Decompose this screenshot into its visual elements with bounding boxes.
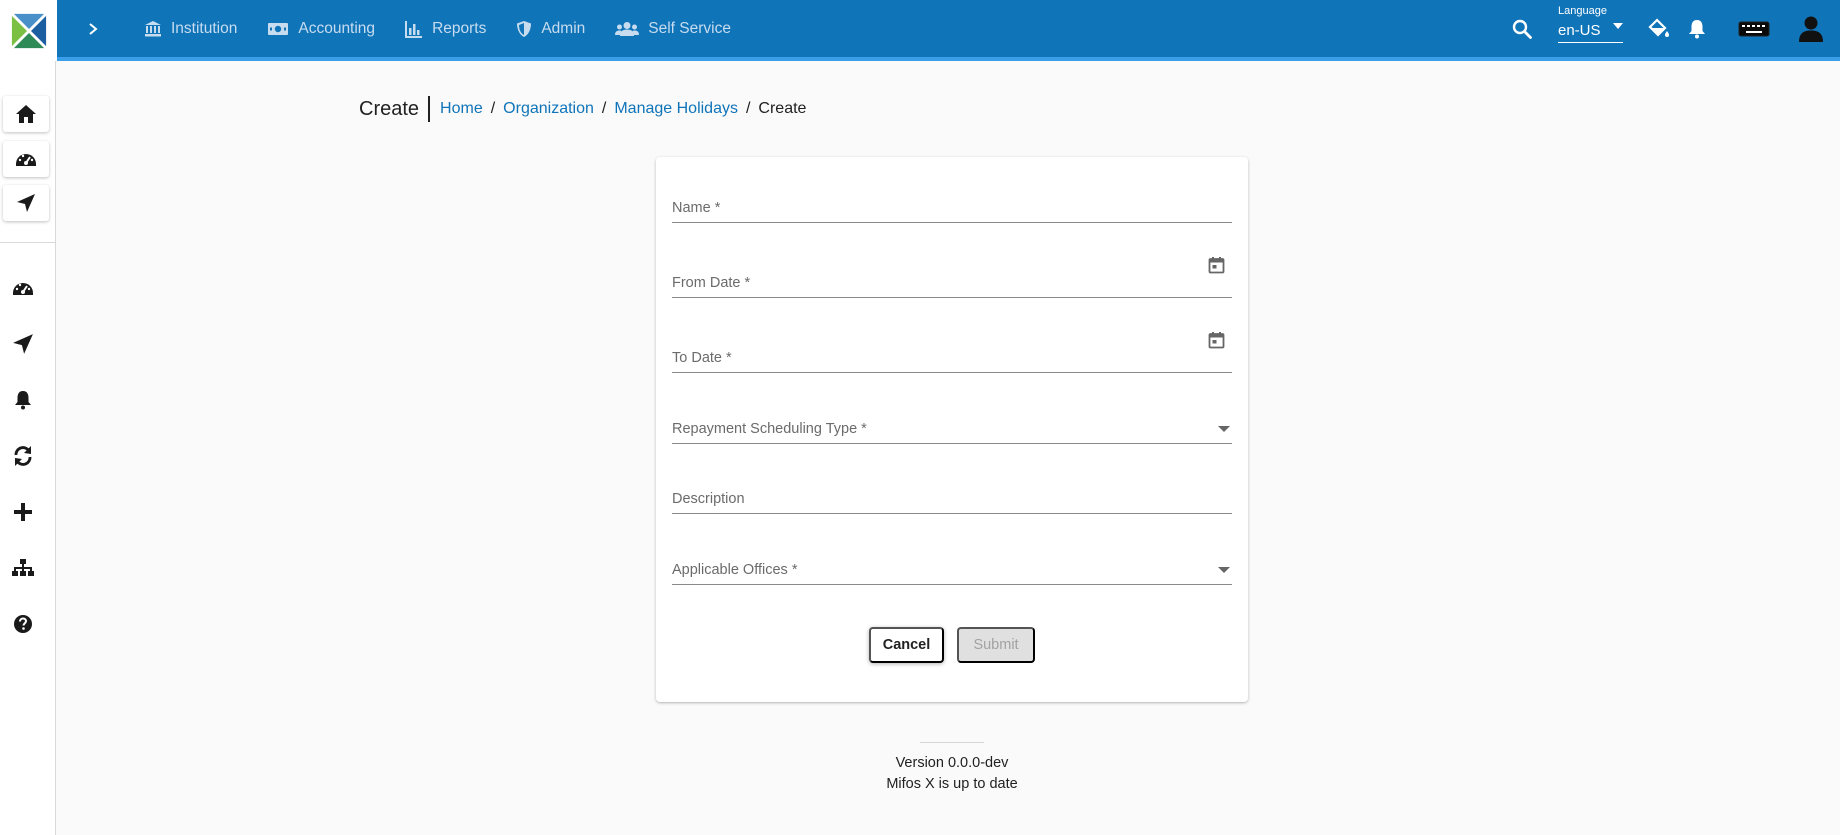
to-date-picker-button[interactable] xyxy=(1208,331,1225,349)
sidebar-navigation-button[interactable] xyxy=(3,185,49,221)
nav-accounting[interactable]: Accounting xyxy=(267,9,375,49)
page-title: Create xyxy=(359,96,431,122)
applicable-offices-label: Applicable Offices * xyxy=(672,562,798,578)
breadcrumb-links: Home / Organization / Manage Holidays / … xyxy=(440,100,806,118)
help-circle-icon xyxy=(14,615,32,633)
bar-chart-icon xyxy=(405,20,423,38)
to-date-field-label: To Date * xyxy=(672,350,732,366)
breadcrumb-separator: / xyxy=(490,100,496,117)
sidebar-navigation-item[interactable] xyxy=(8,329,38,359)
to-date-field[interactable]: To Date * xyxy=(672,332,1232,373)
home-icon xyxy=(16,105,36,123)
sidebar-divider xyxy=(0,242,56,243)
from-date-picker-button[interactable] xyxy=(1208,256,1225,274)
breadcrumb-separator: / xyxy=(745,100,751,117)
description-field[interactable]: Description xyxy=(672,480,1232,514)
nav-reports-label: Reports xyxy=(432,19,487,37)
version-text: Version 0.0.0-dev xyxy=(895,755,1009,771)
language-label: Language xyxy=(1558,5,1607,17)
users-icon xyxy=(615,21,640,37)
dropdown-arrow-icon xyxy=(1218,426,1230,432)
footer: Version 0.0.0-dev Mifos X is up to date xyxy=(752,753,1152,795)
breadcrumb-manage-holidays-link[interactable]: Manage Holidays xyxy=(614,100,738,118)
breadcrumb-organization-link[interactable]: Organization xyxy=(503,100,594,118)
applicable-offices-select[interactable]: Applicable Offices * xyxy=(672,551,1232,585)
nav-self-service[interactable]: Self Service xyxy=(615,9,731,49)
notifications-button[interactable] xyxy=(1686,17,1708,41)
sidebar-organization-item[interactable] xyxy=(8,553,38,583)
sidebar-create-item[interactable] xyxy=(8,497,38,527)
breadcrumb-separator: / xyxy=(601,100,607,117)
language-value: en-US xyxy=(1558,22,1601,39)
breadcrumb-home-link[interactable]: Home xyxy=(440,100,483,118)
breadcrumb: Create Home / Organization / Manage Holi… xyxy=(359,96,806,122)
name-field[interactable]: Name * xyxy=(672,189,1232,223)
nav-admin[interactable]: Admin xyxy=(516,9,585,49)
repayment-scheduling-type-select[interactable]: Repayment Scheduling Type * xyxy=(672,410,1232,444)
money-icon xyxy=(267,21,289,37)
sidebar-help-item[interactable] xyxy=(8,609,38,639)
paint-bucket-icon xyxy=(1648,18,1669,37)
search-button[interactable] xyxy=(1510,17,1534,41)
sidebar xyxy=(0,61,56,835)
mifos-logo-icon xyxy=(9,11,48,50)
nav-institution[interactable]: Institution xyxy=(144,9,237,49)
from-date-field-label: From Date * xyxy=(672,275,751,291)
language-select[interactable]: Language en-US xyxy=(1558,5,1623,43)
keyboard-shortcuts-button[interactable] xyxy=(1737,18,1771,40)
calendar-icon xyxy=(1208,332,1225,349)
shield-icon xyxy=(516,20,532,38)
plus-icon xyxy=(14,503,32,521)
top-toolbar: Institution Accounting Reports Admin Sel… xyxy=(0,0,1840,61)
location-arrow-icon xyxy=(17,194,35,212)
dropdown-arrow-icon xyxy=(1218,567,1230,573)
create-holiday-card: Name * From Date * To Date * Repayment S… xyxy=(656,157,1248,702)
sidebar-refresh-item[interactable] xyxy=(8,441,38,471)
footer-divider xyxy=(920,742,984,743)
bank-icon xyxy=(144,20,162,38)
language-value-row: en-US xyxy=(1558,22,1623,43)
sidebar-notifications-item[interactable] xyxy=(8,385,38,415)
app-logo[interactable] xyxy=(0,0,57,61)
nav-institution-label: Institution xyxy=(171,19,238,37)
search-icon xyxy=(1512,19,1532,39)
main-nav: Institution Accounting Reports Admin Sel… xyxy=(144,0,761,57)
breadcrumb-current: Create xyxy=(758,100,807,117)
keyboard-icon xyxy=(1738,21,1770,37)
nav-admin-label: Admin xyxy=(541,19,586,37)
nav-reports[interactable]: Reports xyxy=(405,9,486,49)
submit-button[interactable]: Submit xyxy=(957,627,1035,663)
bell-icon xyxy=(1689,20,1705,39)
dashboard-icon xyxy=(13,283,33,295)
sync-icon xyxy=(14,446,32,466)
theme-toggle-button[interactable] xyxy=(1646,17,1672,41)
user-menu-button[interactable] xyxy=(1796,14,1826,44)
caret-down-icon xyxy=(1613,22,1623,29)
sidebar-home-button[interactable] xyxy=(3,96,49,132)
bell-icon xyxy=(15,391,31,410)
dashboard-icon xyxy=(16,154,36,166)
location-arrow-icon xyxy=(13,334,33,354)
nav-self-service-label: Self Service xyxy=(648,19,731,37)
form-actions: Cancel Submit xyxy=(656,627,1248,663)
nav-accounting-label: Accounting xyxy=(298,19,376,37)
sidebar-dashboard-button[interactable] xyxy=(3,141,49,177)
from-date-field[interactable]: From Date * xyxy=(672,257,1232,298)
avatar-icon xyxy=(1799,16,1823,42)
description-field-label: Description xyxy=(672,491,745,507)
expand-sidebar-button[interactable] xyxy=(80,16,106,42)
chevron-right-icon xyxy=(89,23,98,35)
repayment-scheduling-type-label: Repayment Scheduling Type * xyxy=(672,421,867,437)
sidebar-dashboard-item[interactable] xyxy=(8,273,38,303)
cancel-button[interactable]: Cancel xyxy=(869,627,944,663)
update-status-text: Mifos X is up to date xyxy=(886,776,1018,792)
calendar-icon xyxy=(1208,257,1225,274)
sitemap-icon xyxy=(12,559,34,576)
name-field-label: Name * xyxy=(672,200,721,216)
